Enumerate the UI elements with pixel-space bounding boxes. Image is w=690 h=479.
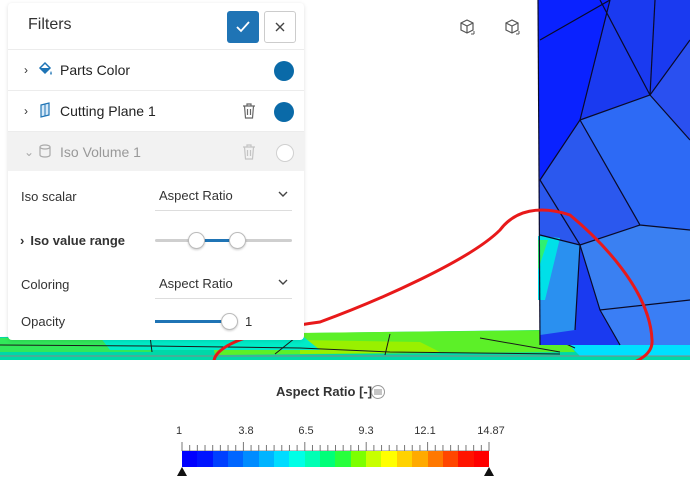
- opacity-label: Opacity: [21, 314, 66, 329]
- legend-min-handle[interactable]: [177, 467, 187, 476]
- iso-scalar-value: Aspect Ratio: [159, 188, 233, 203]
- close-icon: [275, 22, 285, 32]
- chevron-down-icon[interactable]: ⌄: [24, 145, 34, 159]
- cube-view-icon: [460, 19, 475, 35]
- menu-icon: [374, 389, 382, 395]
- filter-row-cutting-plane[interactable]: › Cutting Plane 1: [8, 90, 304, 130]
- colorbar-segment: [289, 451, 305, 467]
- legend-colorbar: [182, 451, 489, 467]
- chevron-right-icon: ›: [20, 233, 25, 248]
- chevron-down-icon: [278, 191, 288, 197]
- filters-panel: Filters › Parts Color › Cutting Plane 1: [8, 3, 304, 340]
- view-cube-button[interactable]: [454, 14, 480, 40]
- legend-tick-label: 3.8: [238, 425, 254, 437]
- legend-tick-label: 1: [175, 425, 183, 437]
- iso-range-slider[interactable]: [155, 232, 292, 249]
- legend-range-handles: [177, 467, 494, 476]
- apply-button[interactable]: [227, 11, 259, 43]
- iso-range-high-thumb[interactable]: [229, 232, 247, 249]
- iso-scalar-select[interactable]: Aspect Ratio: [155, 181, 292, 211]
- colorbar-segment: [197, 451, 213, 467]
- filter-row-parts-color[interactable]: › Parts Color: [8, 49, 304, 89]
- cylinder-icon: [39, 144, 51, 158]
- colorbar-segment: [442, 451, 459, 467]
- colorbar-segment: [320, 451, 336, 467]
- colorbar-segment: [243, 451, 259, 467]
- coloring-label: Coloring: [21, 277, 70, 292]
- colorbar-segment: [396, 451, 413, 467]
- opacity-thumb[interactable]: [221, 313, 238, 330]
- view-cube-wire-button[interactable]: [499, 14, 525, 40]
- legend-tick-label: 12.1: [414, 425, 436, 437]
- legend-max-handle[interactable]: [484, 467, 494, 476]
- panel-title: Filters: [28, 16, 72, 33]
- colorbar-segment: [274, 451, 290, 467]
- colorbar-segment: [412, 451, 428, 467]
- visibility-toggle[interactable]: [266, 61, 294, 81]
- filter-row-iso-volume[interactable]: ⌄ Iso Volume 1: [8, 131, 304, 171]
- paint-bucket-icon: [38, 61, 52, 75]
- iso-range-label: Iso value range: [30, 233, 125, 248]
- opacity-value: 1: [245, 314, 253, 329]
- chevron-down-icon: [278, 279, 288, 285]
- colorbar-segment: [212, 451, 229, 467]
- visibility-toggle[interactable]: [276, 144, 294, 162]
- opacity-slider[interactable]: [155, 313, 238, 330]
- legend-menu-button[interactable]: [371, 385, 385, 399]
- colorbar-segment: [473, 451, 489, 467]
- colorbar-segment: [366, 451, 382, 467]
- close-button[interactable]: [264, 11, 296, 43]
- coloring-value: Aspect Ratio: [159, 276, 233, 291]
- colorbar-segment: [335, 451, 351, 467]
- legend-tick-label: 9.3: [358, 425, 374, 437]
- legend-tick-label: 14.87: [477, 425, 505, 437]
- panel-header: Filters: [8, 3, 304, 47]
- colorbar-segment: [304, 451, 321, 467]
- chevron-right-icon[interactable]: ›: [24, 63, 28, 77]
- iso-range-expander[interactable]: › Iso value range: [20, 233, 125, 248]
- colorbar-segment: [458, 451, 474, 467]
- colorbar-segment: [381, 451, 397, 467]
- legend-tick-label: 6.5: [298, 425, 314, 437]
- trash-icon[interactable]: [242, 103, 256, 119]
- cutting-plane-icon: [40, 102, 50, 118]
- trash-icon[interactable]: [242, 144, 256, 160]
- cube-view-icon: [505, 19, 520, 35]
- visibility-toggle[interactable]: [266, 102, 294, 122]
- colorbar-segment: [258, 451, 275, 467]
- colorbar-segment: [182, 451, 198, 467]
- filter-label: Cutting Plane 1: [60, 102, 156, 119]
- colorbar-segment: [228, 451, 244, 467]
- filter-label: Parts Color: [60, 61, 131, 78]
- chevron-right-icon[interactable]: ›: [24, 104, 28, 118]
- iso-scalar-label: Iso scalar: [21, 189, 77, 204]
- colorbar-segment: [350, 451, 367, 467]
- colorbar-segment: [427, 451, 443, 467]
- iso-range-low-thumb[interactable]: [188, 232, 206, 249]
- legend-title: Aspect Ratio [-]: [276, 384, 373, 399]
- coloring-select[interactable]: Aspect Ratio: [155, 269, 292, 299]
- check-icon: [236, 21, 250, 33]
- filter-label: Iso Volume 1: [60, 143, 141, 160]
